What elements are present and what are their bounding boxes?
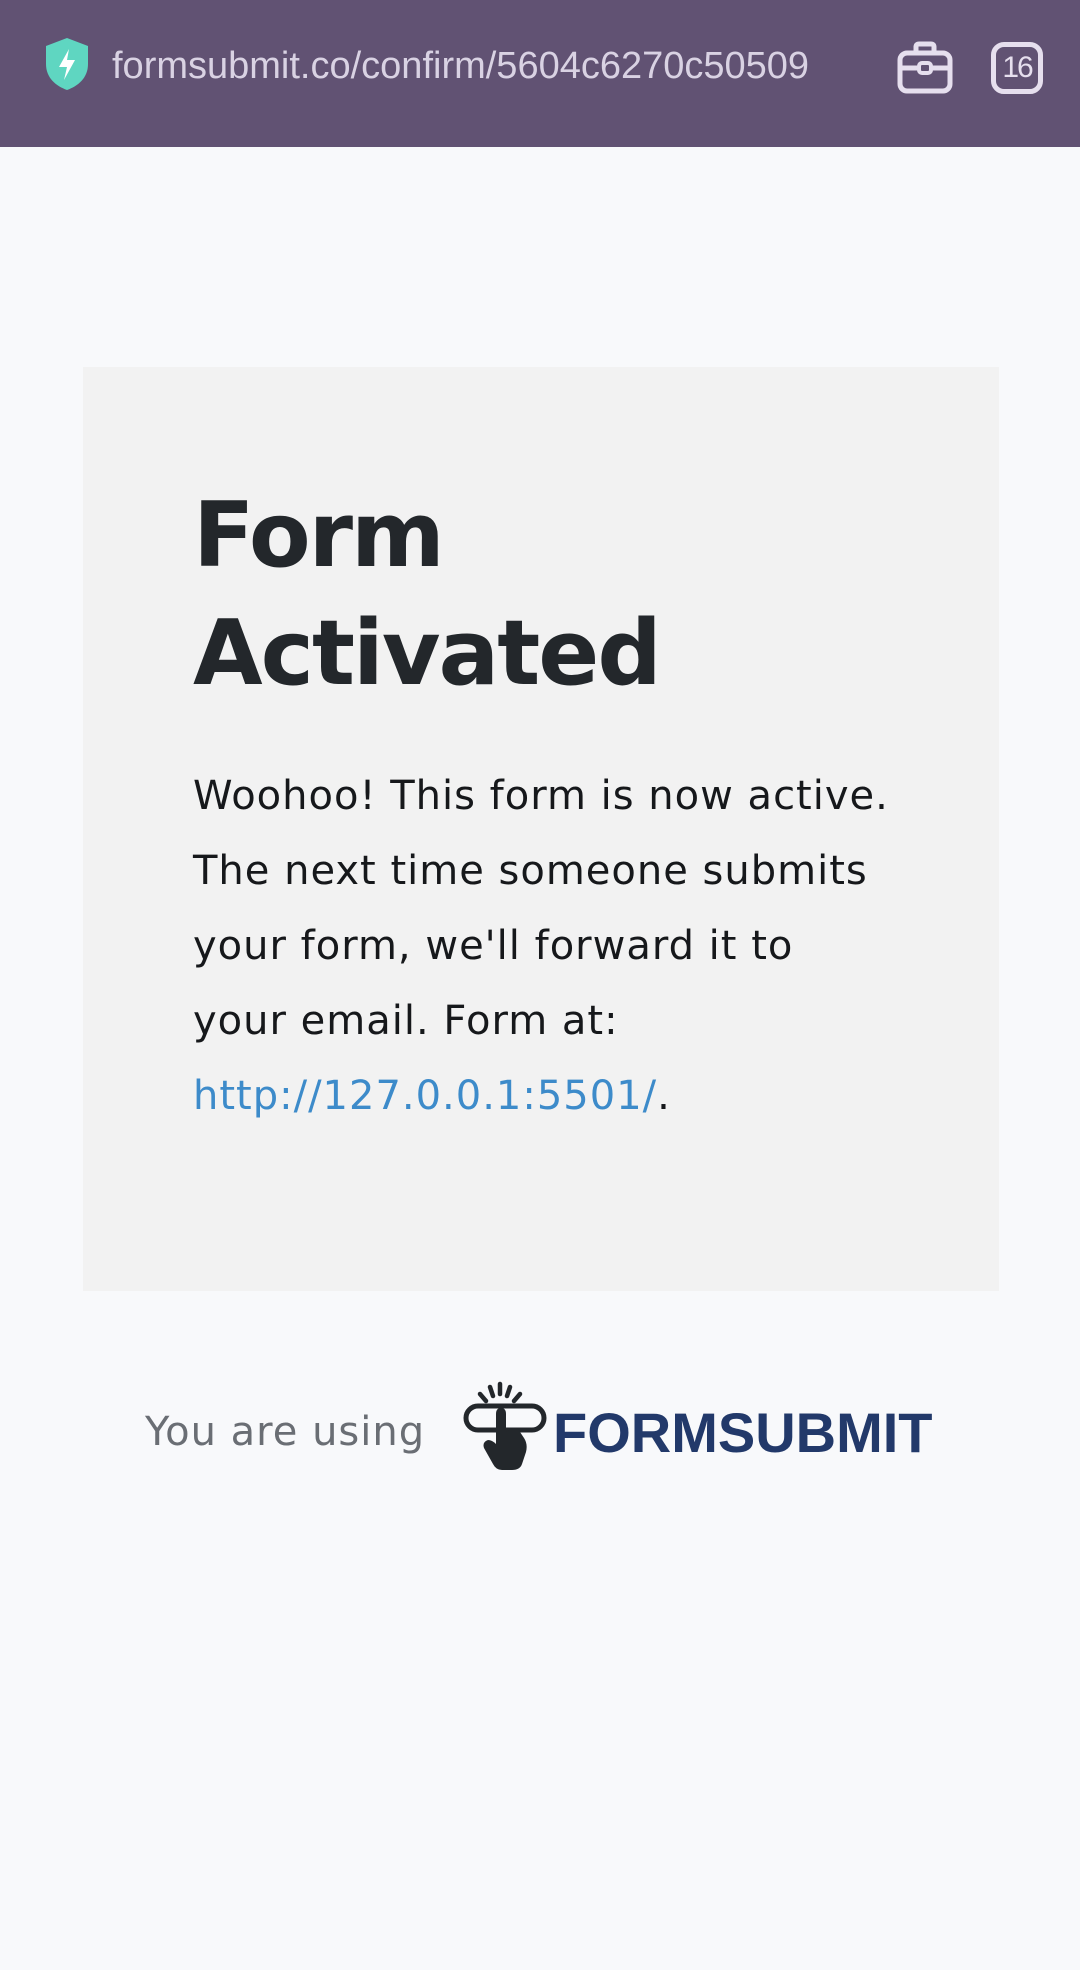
page-title: Form Activated xyxy=(193,483,662,706)
briefcase-icon[interactable] xyxy=(895,40,955,96)
footer: You are using FORMSUBMIT xyxy=(0,1380,1080,1480)
pointing-hand-click-icon[interactable] xyxy=(462,1380,548,1472)
confirmation-message: Woohoo! This form is now active. The nex… xyxy=(193,759,893,1134)
browser-toolbar: formsubmit.co/confirm/5604c6270c50509 16 xyxy=(0,0,1080,147)
address-bar[interactable]: formsubmit.co/confirm/5604c6270c50509 xyxy=(112,38,862,94)
confirmation-card: Form Activated Woohoo! This form is now … xyxy=(83,367,999,1291)
message-end: . xyxy=(657,1073,671,1119)
formsubmit-logo-text[interactable]: FORMSUBMIT xyxy=(553,1398,933,1468)
form-url-link[interactable]: http://127.0.0.1:5501/ xyxy=(193,1073,657,1119)
using-label: You are using xyxy=(145,1409,426,1455)
shield-bolt-icon[interactable] xyxy=(42,36,92,92)
message-text: Woohoo! This form is now active. The nex… xyxy=(193,773,889,1044)
tab-counter-button[interactable]: 16 xyxy=(991,42,1043,94)
